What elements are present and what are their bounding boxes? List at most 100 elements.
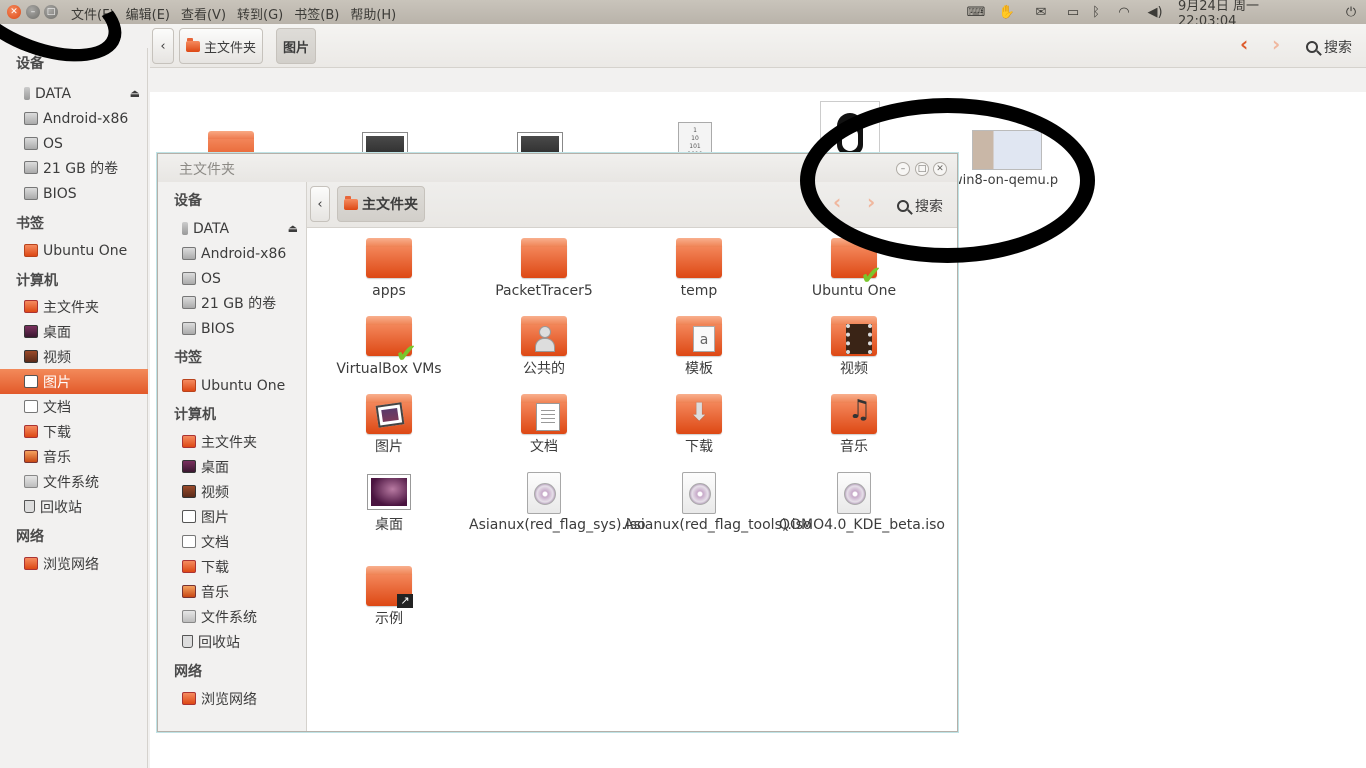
back-breadcrumb-pictures[interactable]: 图片 [276,28,317,64]
back-nav-back-icon[interactable]: ‹ [1240,32,1248,56]
sidebar-item-music[interactable]: 音乐 [0,444,148,469]
window-title-label: 主文件夹 [179,162,235,178]
shortcut-arrow-icon: ↗ [397,594,413,608]
file-item-virtualbox[interactable]: ✔ VirtualBox VMs [314,316,464,378]
breadcrumb-home[interactable]: 主文件夹 [337,186,425,222]
menu-go[interactable]: 转到(G) [237,4,283,23]
sidebar-item-browse-network[interactable]: 浏览网络 [0,551,148,576]
sidebar-item-bios[interactable]: BIOS [158,316,306,341]
sidebar-item-label: 图片 [43,374,71,391]
file-item-asianux-tools[interactable]: Asianux(red_flag_tools).iso [624,472,812,534]
sidebar-item-home[interactable]: 主文件夹 [158,429,306,454]
folder-icon [182,379,196,392]
videos-icon [24,350,38,363]
sidebar-item-os[interactable]: OS [158,266,306,291]
disc-image-icon [682,472,716,514]
file-item-documents[interactable]: 文档 [469,394,619,456]
file-item-examples[interactable]: ↗ 示例 [314,566,464,628]
sidebar-item-volume[interactable]: 21 GB 的卷 [0,155,148,180]
file-label: Ubuntu One [811,283,897,299]
app-indicator-icon[interactable]: ✋ [996,3,1018,21]
sidebar-item-desktop[interactable]: 桌面 [0,319,148,344]
sidebar-item-pictures[interactable]: 图片 [0,369,148,394]
eject-icon[interactable]: ⏏ [288,222,298,235]
sidebar-item-desktop[interactable]: 桌面 [158,454,306,479]
home-icon [182,435,196,448]
file-item-pictures[interactable]: 图片 [314,394,464,456]
menu-help[interactable]: 帮助(H) [350,4,396,23]
wifi-icon[interactable]: ◠ [1113,3,1135,21]
file-item-downloads[interactable]: ⬇ 下载 [624,394,774,456]
sidebar-item-android[interactable]: Android-x86 [0,106,148,131]
sidebar-item-label: Android-x86 [201,245,287,262]
power-icon[interactable]: ⏻ [1340,3,1362,21]
file-item-templates[interactable]: a 模板 [624,316,774,378]
sidebar-item-trash[interactable]: 回收站 [158,629,306,654]
menu-view[interactable]: 查看(V) [181,4,226,23]
sidebar-item-pictures[interactable]: 图片 [158,504,306,529]
front-sidebar: 设备 DATA ⏏ Android-x86 OS 21 GB 的卷 BIOS 书签… [158,182,307,731]
bluetooth-icon[interactable]: ᛒ [1088,3,1104,21]
sidebar-item-music[interactable]: 音乐 [158,579,306,604]
file-item-apps[interactable]: apps [314,238,464,300]
sidebar-item-data[interactable]: DATA ⏏ [0,81,148,106]
sidebar-item-home[interactable]: 主文件夹 [0,294,148,319]
drive-icon [182,247,196,260]
clock[interactable]: 9月24日 周一 22:03:04 [1178,0,1330,29]
sidebar-item-label: 文件系统 [201,609,257,626]
back-nav-forward-icon[interactable]: › [1272,32,1280,56]
sidebar-item-ubuntu-one[interactable]: Ubuntu One [0,238,148,263]
sidebar-item-label: 21 GB 的卷 [201,295,277,312]
sidebar-item-volume[interactable]: 21 GB 的卷 [158,290,306,315]
sidebar-item-videos[interactable]: 视频 [158,479,306,504]
menu-edit[interactable]: 编辑(E) [126,4,170,23]
back-history-toggle[interactable]: ‹ [152,28,174,64]
back-breadcrumb-home[interactable]: 主文件夹 [179,28,264,64]
file-item-music[interactable]: ♫ 音乐 [779,394,929,456]
sidebar-item-documents[interactable]: 文档 [158,529,306,554]
sidebar-item-ubuntu-one[interactable]: Ubuntu One [158,373,306,398]
sidebar-item-downloads[interactable]: 下载 [0,419,148,444]
sidebar-item-android[interactable]: Android-x86 [158,241,306,266]
file-item-packettracer[interactable]: PacketTracer5 [469,238,619,300]
mail-icon[interactable]: ✉ [1030,3,1052,21]
sidebar-item-label: 文档 [201,534,229,551]
sidebar-item-filesystem[interactable]: 文件系统 [0,469,148,494]
downloads-icon [182,560,196,573]
menu-bookmarks[interactable]: 书签(B) [294,4,339,23]
eject-icon[interactable]: ⏏ [130,87,140,100]
volume-icon[interactable]: ◀) [1144,3,1166,21]
file-label: Asianux(red_flag_sys).iso [469,517,646,533]
file-item-public[interactable]: 公共的 [469,316,619,378]
back-search-button[interactable]: 搜索 [1306,37,1352,57]
history-toggle[interactable]: ‹ [310,186,330,222]
sidebar-item-label: 主文件夹 [43,299,99,316]
home-icon [24,300,38,313]
sidebar-item-videos[interactable]: 视频 [0,344,148,369]
filesystem-icon [182,610,196,623]
keyboard-icon[interactable]: ⌨ [966,3,986,21]
file-item-asianux-sys[interactable]: Asianux(red_flag_sys).iso [469,472,646,534]
sidebar-item-data[interactable]: DATA ⏏ [158,216,306,241]
file-item-desktop[interactable]: 桌面 [314,472,464,534]
sidebar-item-label: 下载 [201,559,229,576]
file-label: 示例 [375,611,403,627]
trash-icon [182,635,193,648]
file-item-qomo[interactable]: QOMO4.0_KDE_beta.iso [779,472,945,534]
battery-icon[interactable]: ▭ [1060,3,1086,21]
sidebar-item-label: 音乐 [43,449,71,466]
sidebar-item-filesystem[interactable]: 文件系统 [158,604,306,629]
file-item-videos[interactable]: 视频 [779,316,929,378]
sidebar-item-trash[interactable]: 回收站 [0,494,148,519]
pictures-icon [182,510,196,523]
file-item-temp[interactable]: temp [624,238,774,300]
sidebar-item-bios[interactable]: BIOS [0,181,148,206]
file-label: temp [680,283,718,299]
sidebar-item-downloads[interactable]: 下载 [158,554,306,579]
sidebar-item-browse-network[interactable]: 浏览网络 [158,686,306,711]
sidebar-item-os[interactable]: OS [0,131,148,156]
desktop-icon [367,474,411,510]
sidebar-item-label: 桌面 [201,459,229,476]
checkmark-icon: ✔ [860,261,882,291]
sidebar-item-documents[interactable]: 文档 [0,394,148,419]
